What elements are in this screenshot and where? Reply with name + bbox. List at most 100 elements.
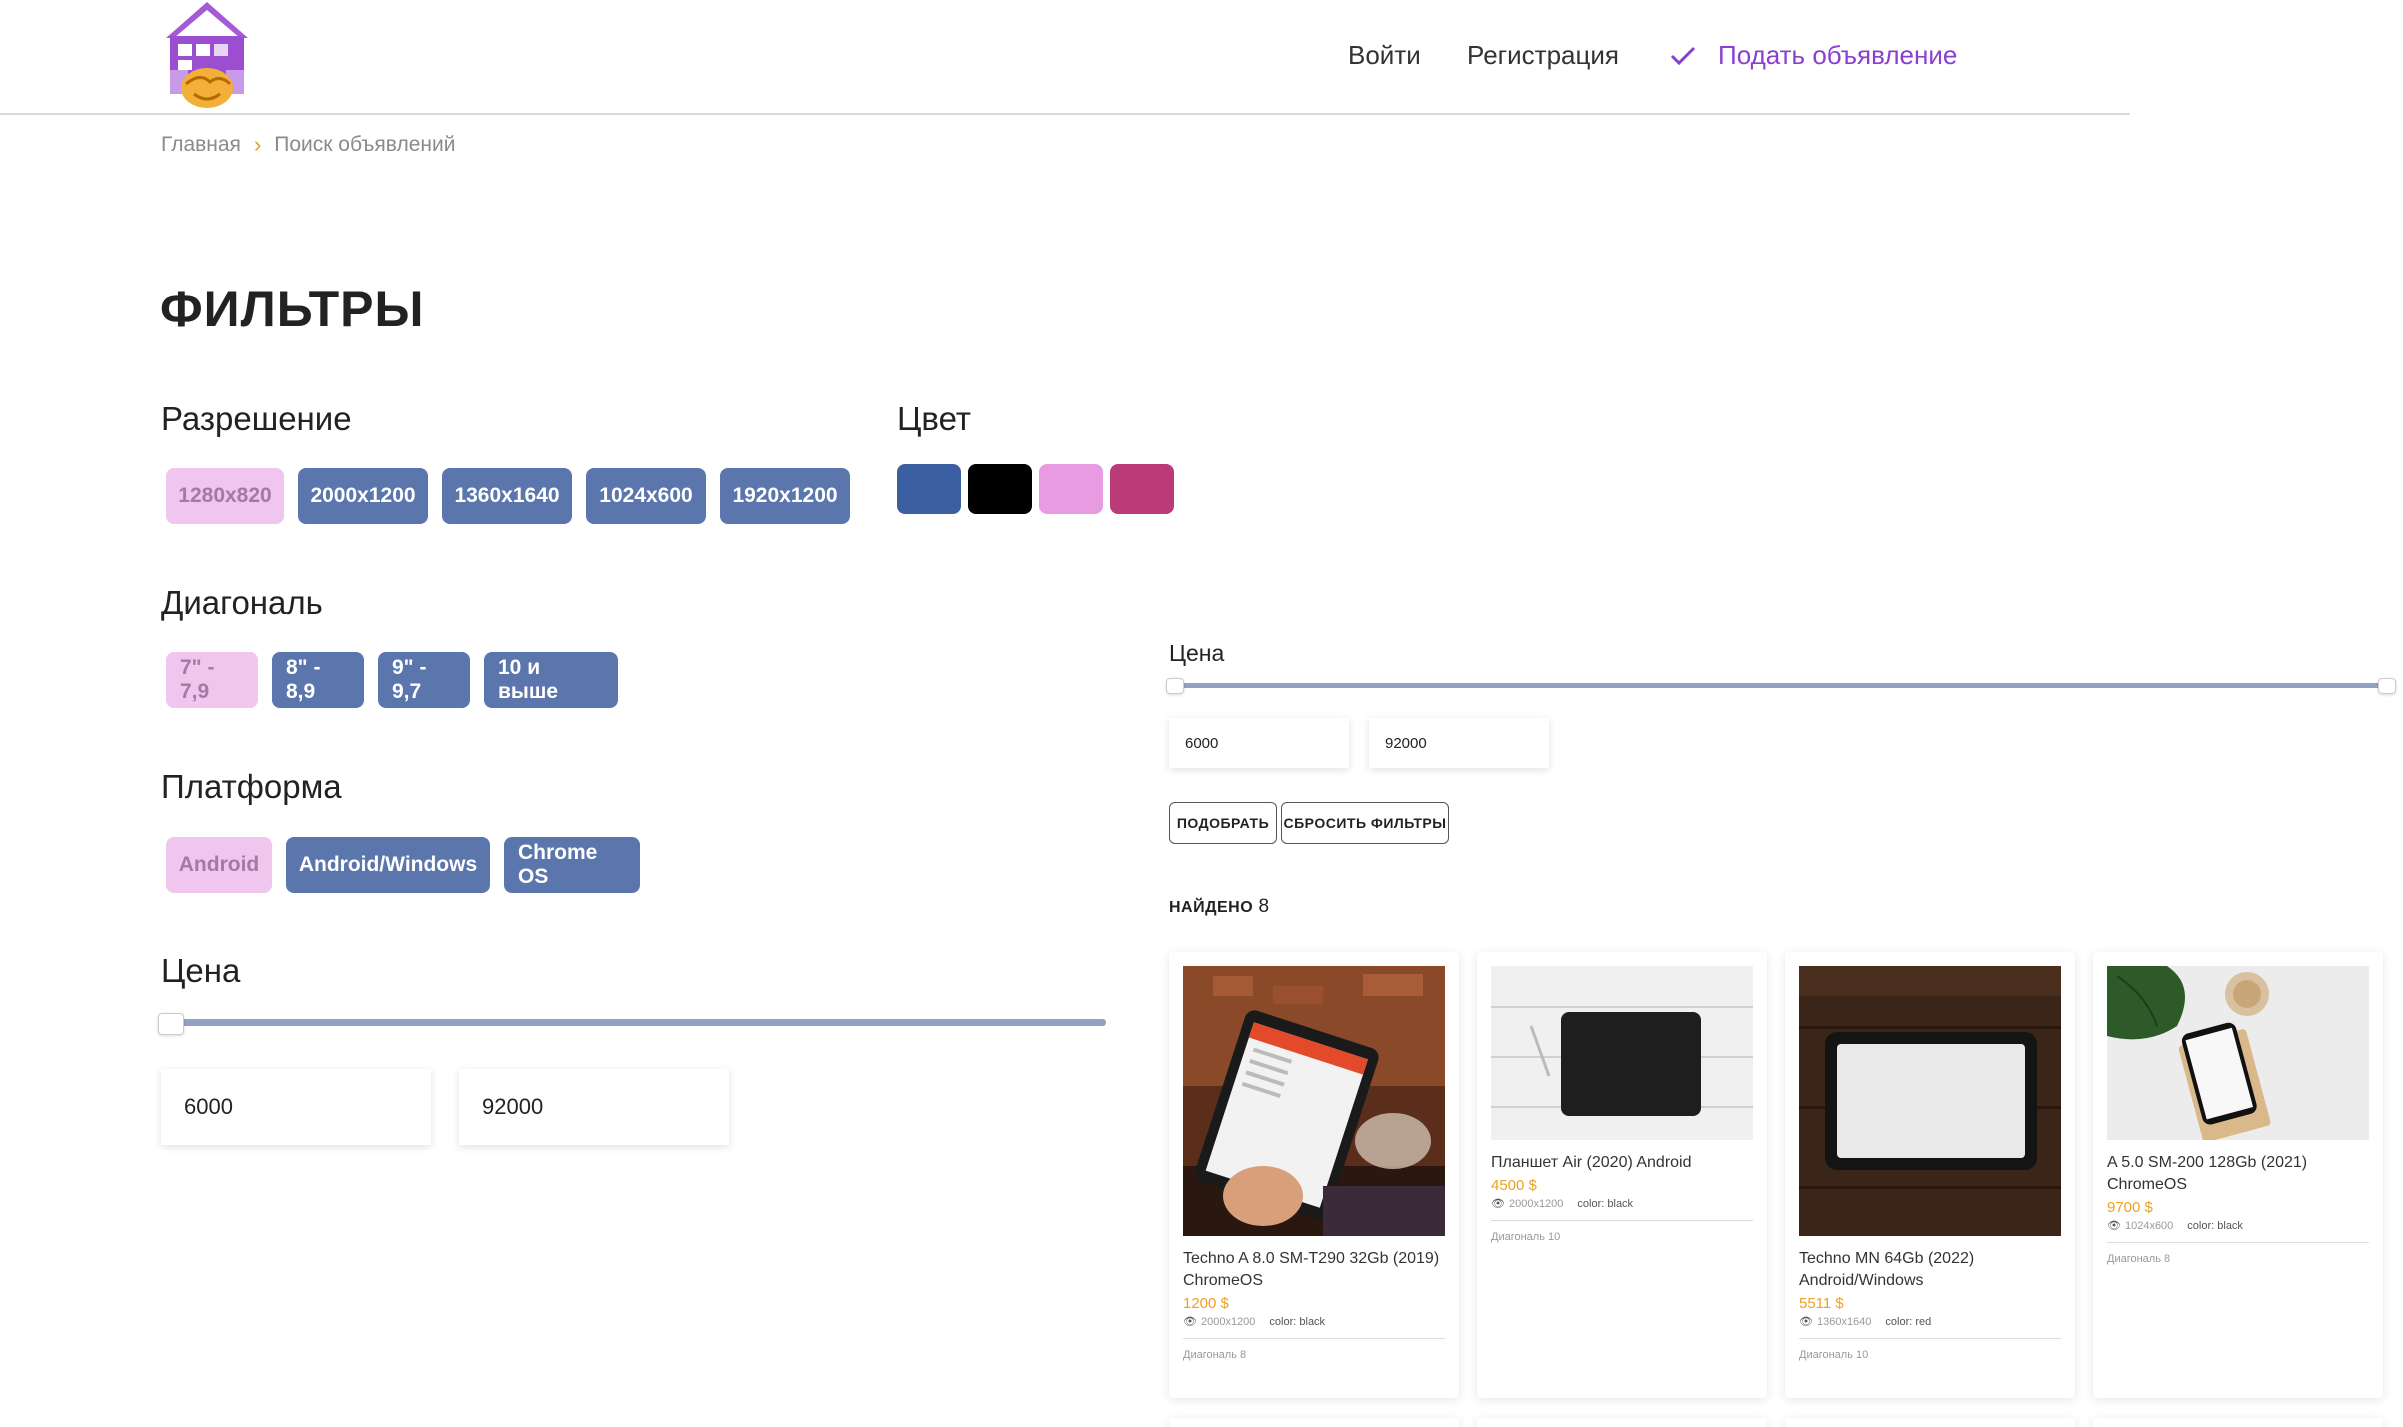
product-color: color: black <box>2187 1219 2243 1232</box>
price-min-input[interactable] <box>161 1069 431 1145</box>
reset-filters-button[interactable]: СБРОСИТЬ ФИЛЬТРЫ <box>1281 802 1449 844</box>
product-photo <box>2107 966 2369 1140</box>
color-swatch-blue[interactable] <box>897 464 961 514</box>
price-heading: Цена <box>161 952 241 989</box>
product-photo <box>1183 966 1445 1236</box>
color-swatch-magenta[interactable] <box>1110 464 1174 514</box>
product-info: Планшет Air (2020) Android 4500 $ 👁 2000… <box>1491 1152 1753 1243</box>
color-heading: Цвет <box>897 400 971 437</box>
product-price: 1200 $ <box>1183 1295 1229 1312</box>
results-slider-track <box>1166 683 2396 688</box>
platform-heading: Платформа <box>161 768 342 805</box>
diagonal-options: 7" - 7,9 8" - 8,9 9" - 9,7 10 и выше <box>166 652 618 708</box>
register-link[interactable]: Регистрация <box>1467 40 1619 71</box>
apply-filters-button[interactable]: ПОДОБРАТЬ <box>1169 802 1277 844</box>
product-info: Techno MN 64Gb (2022) Android/Windows 55… <box>1799 1248 2061 1361</box>
product-diagonal: Диагональ 10 <box>1491 1231 1561 1243</box>
platform-options: Android Android/Windows Chrome OS <box>166 837 640 893</box>
breadcrumb-current: Поиск объявлений <box>274 133 456 156</box>
product-card-partial[interactable] <box>1477 1418 1767 1427</box>
product-meta: 👁 1024x600 color: black <box>2107 1219 2369 1233</box>
resolution-chip[interactable]: 1024x600 <box>586 468 706 524</box>
product-color: color: black <box>1577 1197 1634 1210</box>
results-count-label: НАЙДЕНО <box>1169 899 1254 916</box>
results-count-value: 8 <box>1258 896 1270 917</box>
breadcrumb: Главная › Поиск объявлений <box>161 132 455 158</box>
product-card[interactable]: A 5.0 SM-200 128Gb (2021) ChromeOS 9700 … <box>2093 952 2383 1398</box>
divider <box>1183 1338 1445 1339</box>
product-resolution: 2000x1200 <box>1200 1315 1256 1328</box>
product-price: 4500 $ <box>1491 1177 1537 1194</box>
price-range-slider[interactable] <box>158 1013 1106 1035</box>
product-meta: 👁 1360x1640 color: red <box>1799 1315 2061 1329</box>
divider <box>1799 1338 2061 1339</box>
breadcrumb-home[interactable]: Главная <box>161 133 241 157</box>
platform-chip[interactable]: Android/Windows <box>286 837 490 893</box>
resolution-chip[interactable]: 2000x1200 <box>298 468 428 524</box>
diagonal-chip[interactable]: 8" - 8,9 <box>272 652 364 708</box>
resolution-chip[interactable]: 1280x820 <box>166 468 284 524</box>
eye-icon: 👁 <box>1799 1316 1813 1328</box>
results-count: НАЙДЕНО 8 <box>1169 896 1269 918</box>
product-card-partial[interactable] <box>2093 1418 2383 1427</box>
results-price-max-input[interactable] <box>1369 718 1549 768</box>
product-price: 9700 $ <box>2107 1199 2153 1216</box>
product-card-partial[interactable] <box>1785 1418 2075 1427</box>
post-ad-link[interactable]: Подать объявление <box>1670 40 1957 71</box>
color-swatch-pink[interactable] <box>1039 464 1103 514</box>
product-color: color: red <box>1885 1315 1932 1328</box>
product-card[interactable]: Планшет Air (2020) Android 4500 $ 👁 2000… <box>1477 952 1767 1398</box>
price-slider-min-handle[interactable] <box>158 1013 184 1035</box>
price-max-input[interactable] <box>459 1069 729 1145</box>
product-card[interactable]: Techno A 8.0 SM-T290 32Gb (2019) ChromeO… <box>1169 952 1459 1398</box>
house-handshake-icon <box>166 2 248 108</box>
color-swatch-black[interactable] <box>968 464 1032 514</box>
price-slider-track <box>158 1019 1106 1026</box>
product-meta: 👁 2000x1200 color: black <box>1491 1197 1753 1211</box>
divider <box>1491 1220 1753 1221</box>
platform-chip[interactable]: Android <box>166 837 272 893</box>
eye-icon: 👁 <box>2107 1220 2121 1232</box>
login-link[interactable]: Войти <box>1348 40 1421 71</box>
product-info: A 5.0 SM-200 128Gb (2021) ChromeOS 9700 … <box>2107 1152 2369 1265</box>
product-color: color: black <box>1269 1315 1326 1328</box>
product-resolution: 1360x1640 <box>1816 1315 1872 1328</box>
post-ad-label: Подать объявление <box>1718 40 1958 70</box>
results-price-slider[interactable] <box>1166 678 2396 698</box>
eye-icon: 👁 <box>1491 1198 1505 1210</box>
product-card-partial[interactable] <box>1169 1418 1459 1427</box>
product-diagonal: Диагональ 10 <box>1799 1349 1869 1361</box>
product-price: 5511 $ <box>1799 1295 1844 1312</box>
resolution-chip[interactable]: 1920x1200 <box>720 468 850 524</box>
results-slider-max-handle[interactable] <box>2378 678 2396 694</box>
product-title: Techno MN 64Gb (2022) Android/Windows <box>1799 1250 1975 1289</box>
product-title: Techno A 8.0 SM-T290 32Gb (2019) ChromeO… <box>1183 1250 1440 1289</box>
diagonal-chip[interactable]: 9" - 9,7 <box>378 652 470 708</box>
product-resolution: 2000x1200 <box>1508 1197 1564 1210</box>
resolution-chip[interactable]: 1360x1640 <box>442 468 572 524</box>
chevron-right-icon: › <box>253 132 262 157</box>
diagonal-chip[interactable]: 7" - 7,9 <box>166 652 258 708</box>
filters-title: ФИЛЬТРЫ <box>160 281 425 337</box>
product-resolution: 1024x600 <box>2124 1219 2174 1232</box>
product-title: Планшет Air (2020) Android <box>1491 1154 1692 1171</box>
site-header: Войти Регистрация Подать объявление <box>0 0 2130 115</box>
resolution-options: 1280x820 2000x1200 1360x1640 1024x600 19… <box>166 468 850 524</box>
product-photo <box>1799 966 2061 1236</box>
platform-chip[interactable]: Chrome OS <box>504 837 640 893</box>
results-slider-min-handle[interactable] <box>1166 678 1184 694</box>
results-price-min-input[interactable] <box>1169 718 1349 768</box>
checkmark-icon <box>1670 46 1696 65</box>
product-card[interactable]: Techno MN 64Gb (2022) Android/Windows 55… <box>1785 952 2075 1398</box>
diagonal-chip[interactable]: 10 и выше <box>484 652 618 708</box>
color-swatches <box>897 464 1174 514</box>
diagonal-heading: Диагональ <box>161 584 323 621</box>
product-photo <box>1491 966 1753 1140</box>
product-diagonal: Диагональ 8 <box>1183 1349 1247 1361</box>
divider <box>2107 1242 2369 1243</box>
eye-icon: 👁 <box>1183 1316 1197 1328</box>
results-price-heading: Цена <box>1169 640 1225 666</box>
site-logo[interactable] <box>160 0 254 114</box>
product-info: Techno A 8.0 SM-T290 32Gb (2019) ChromeO… <box>1183 1248 1445 1361</box>
resolution-heading: Разрешение <box>161 400 352 437</box>
